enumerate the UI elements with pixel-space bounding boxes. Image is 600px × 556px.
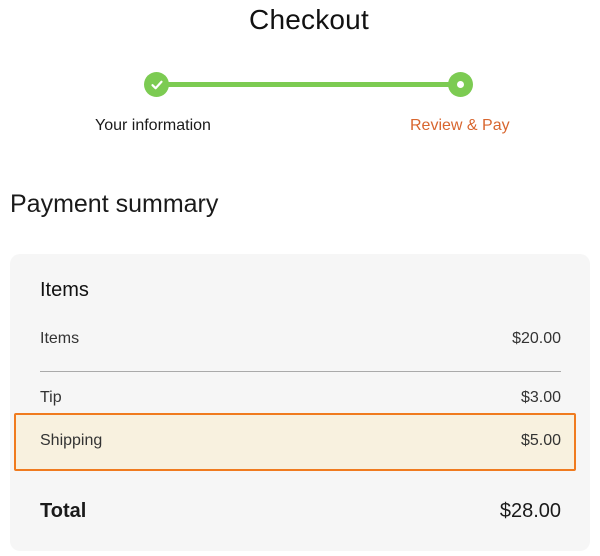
items-amount: $20.00 xyxy=(512,330,561,347)
checkout-page: Checkout Your information Review & Pay P… xyxy=(0,0,600,556)
step-label-your-information[interactable]: Your information xyxy=(95,117,211,135)
tip-label: Tip xyxy=(40,389,62,406)
items-row: Items $20.00 xyxy=(40,328,561,350)
tip-row: Tip $3.00 xyxy=(40,387,561,409)
step-completed-check-icon xyxy=(144,72,169,97)
checkout-stepper xyxy=(143,70,474,100)
shipping-amount: $5.00 xyxy=(520,432,561,449)
items-heading: Items xyxy=(40,279,89,301)
total-label: Total xyxy=(40,499,87,522)
page-title: Checkout xyxy=(249,4,369,35)
shipping-row: Shipping $5.00 xyxy=(40,430,561,452)
total-row: Total $28.00 xyxy=(40,500,561,522)
total-amount: $28.00 xyxy=(499,499,561,522)
payment-summary-heading: Payment summary xyxy=(10,190,219,218)
shipping-label: Shipping xyxy=(40,432,103,449)
step-label-review-and-pay: Review & Pay xyxy=(410,117,510,134)
items-label: Items xyxy=(40,330,80,347)
summary-divider xyxy=(40,371,561,372)
step-current-dot-icon xyxy=(448,72,473,97)
tip-amount: $3.00 xyxy=(520,389,561,406)
stepper-progress-track xyxy=(157,82,461,87)
